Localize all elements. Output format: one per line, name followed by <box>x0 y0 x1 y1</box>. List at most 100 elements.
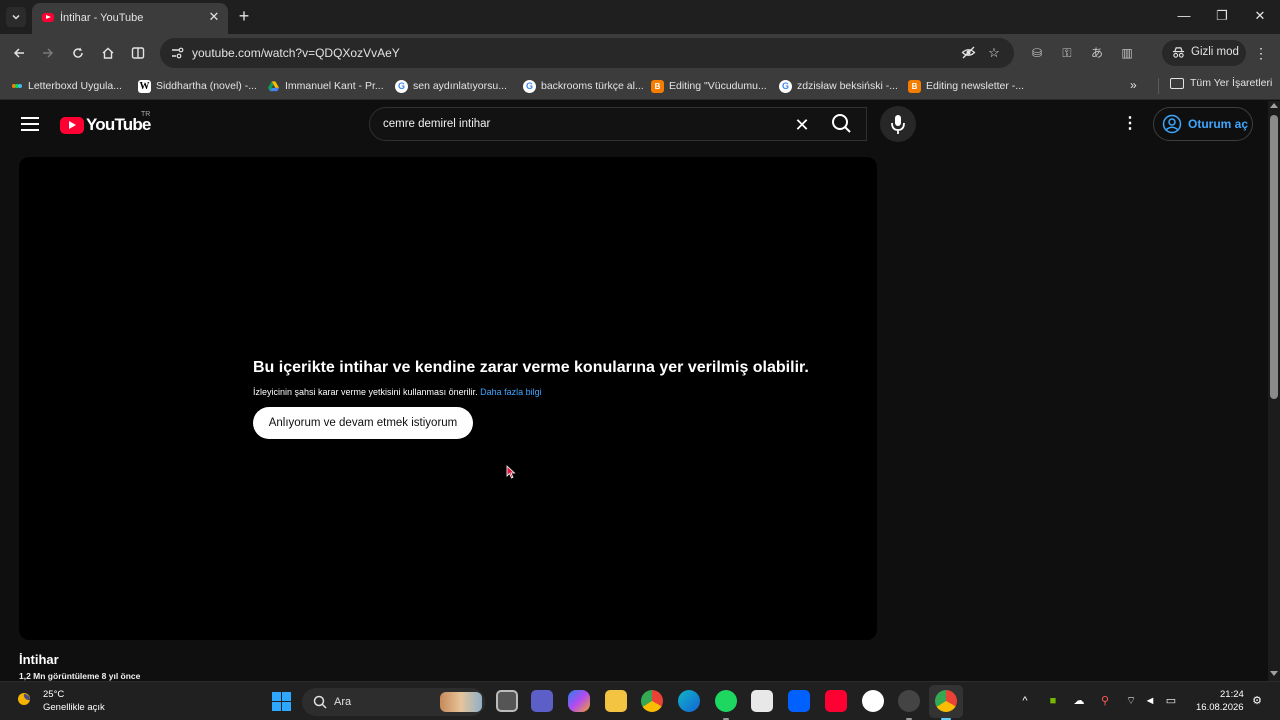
youtube-app-icon[interactable] <box>825 690 847 712</box>
forward-button[interactable] <box>38 43 58 63</box>
notifications-icon[interactable]: ⚙ <box>1250 694 1264 708</box>
bookmark-label: backrooms türkçe al... <box>541 80 644 92</box>
site-info-icon[interactable] <box>170 46 184 60</box>
teams-icon[interactable] <box>531 690 553 712</box>
arrow-right-icon <box>43 48 54 58</box>
mouse-cursor-icon <box>506 465 516 479</box>
clock-date[interactable]: 16.08.2026 <box>1196 702 1244 713</box>
side-panel-button[interactable] <box>128 43 148 63</box>
eye-off-icon[interactable] <box>960 45 976 61</box>
youtube-favicon-icon <box>42 13 54 22</box>
extensions-icon[interactable]: ⛁ <box>1029 45 1045 61</box>
bookmark-label: Immanuel Kant - Pr... <box>285 80 384 92</box>
show-hidden-icons-icon[interactable]: ^ <box>1018 694 1032 708</box>
chrome-icon[interactable] <box>641 690 663 712</box>
continue-button[interactable]: Anlıyorum ve devam etmek istiyorum <box>253 407 473 439</box>
content-warning-title: Bu içerikte intihar ve kendine zarar ver… <box>253 359 809 376</box>
incognito-indicator[interactable]: Gizli mod <box>1162 40 1246 66</box>
bookmark-siddhartha[interactable]: W Siddhartha (novel) -... <box>138 77 257 95</box>
side-panel-icon <box>131 47 145 59</box>
search-input[interactable]: cemre demirel intihar ✕ <box>369 107 867 141</box>
home-button[interactable] <box>98 43 118 63</box>
bookmark-label: zdzisław beksiński -... <box>797 80 898 92</box>
all-bookmarks-button[interactable]: Tüm Yer İşaretleri <box>1170 77 1272 89</box>
home-icon <box>102 47 114 59</box>
learn-more-link[interactable]: Daha fazla bilgi <box>480 387 542 397</box>
bookmark-label: Editing newsletter -... <box>926 80 1025 92</box>
youtube-logo[interactable]: YouTube <box>60 115 151 135</box>
taskbar-search-label: Ara <box>334 696 352 708</box>
drive-icon <box>267 80 280 91</box>
sign-in-button[interactable]: Oturum aç <box>1153 107 1253 141</box>
password-key-icon[interactable]: ⚿ <box>1059 45 1075 61</box>
browser-tab-active[interactable]: İntihar - YouTube ✕ <box>32 3 228 34</box>
scroll-down-icon[interactable] <box>1270 671 1278 676</box>
microphone-tray-icon[interactable]: ⚲ <box>1098 694 1112 708</box>
volume-icon[interactable]: ◄ <box>1143 694 1157 708</box>
reading-mode-icon[interactable]: ▥ <box>1119 45 1135 61</box>
edge-icon[interactable] <box>678 690 700 712</box>
blogger-icon: B <box>908 79 921 93</box>
restore-window-button[interactable]: ❐ <box>1210 6 1234 26</box>
voice-search-button[interactable] <box>880 106 916 142</box>
tab-search-button[interactable] <box>6 7 26 27</box>
spotify-icon[interactable] <box>715 690 737 720</box>
close-window-button[interactable]: ✕ <box>1248 6 1272 26</box>
bookmark-google-1[interactable]: G sen aydınlatıyorsu... <box>395 77 507 95</box>
windows-taskbar: 25°C Genellikle açık Ara ^ ■ ☁ ⚲ ⌔ ◄ ▭ 2… <box>0 681 1280 720</box>
copilot-icon[interactable] <box>568 690 590 712</box>
chatgpt-icon[interactable] <box>862 690 884 712</box>
chrome-active-icon[interactable] <box>935 690 957 720</box>
battery-icon[interactable]: ▭ <box>1164 694 1178 708</box>
bookmark-letterboxd[interactable]: Letterboxd Uygula... <box>10 77 122 95</box>
menu-icon[interactable] <box>21 117 39 131</box>
settings-more-button[interactable]: ⋮ <box>1120 113 1140 135</box>
more-bookmarks-icon[interactable]: » <box>1130 78 1137 92</box>
search-query[interactable]: cemre demirel intihar <box>383 118 490 130</box>
all-bookmarks-label: Tüm Yer İşaretleri <box>1190 77 1273 89</box>
scroll-up-icon[interactable] <box>1270 103 1278 108</box>
reload-button[interactable] <box>68 43 88 63</box>
bookmark-blogger-2[interactable]: B Editing newsletter -... <box>908 77 1024 95</box>
account-circle-icon <box>1162 114 1182 134</box>
nvidia-icon[interactable]: ■ <box>1046 694 1060 708</box>
address-bar[interactable]: youtube.com/watch?v=QDQXozVvAeY ☆ <box>160 38 1014 68</box>
browser-menu-button[interactable]: ⋮ <box>1254 44 1268 62</box>
weather-temperature[interactable]: 25°C <box>43 689 64 700</box>
start-button[interactable] <box>272 692 291 711</box>
onedrive-icon[interactable]: ☁ <box>1072 694 1086 708</box>
translate-icon[interactable]: あ <box>1089 45 1105 61</box>
bookmark-google-3[interactable]: G zdzisław beksiński -... <box>779 77 898 95</box>
weather-icon[interactable] <box>16 690 36 710</box>
google-icon: G <box>523 79 536 93</box>
search-button[interactable] <box>818 107 866 141</box>
bookmark-blogger-1[interactable]: B Editing "Vücudumu... <box>651 77 767 95</box>
clear-search-icon[interactable]: ✕ <box>792 115 812 135</box>
weather-description[interactable]: Genellikle açık <box>43 702 105 713</box>
new-tab-button[interactable]: + <box>234 7 254 27</box>
content-warning-subtitle: İzleyicinin şahsi karar verme yetkisini … <box>253 387 542 397</box>
url-text[interactable]: youtube.com/watch?v=QDQXozVvAeY <box>192 46 400 60</box>
scroll-thumb[interactable] <box>1270 115 1278 399</box>
minimize-window-button[interactable]: — <box>1172 6 1196 26</box>
steam-icon[interactable] <box>898 690 920 720</box>
back-button[interactable] <box>9 43 29 63</box>
bookmark-label: Editing "Vücudumu... <box>669 80 767 92</box>
page-scrollbar[interactable] <box>1268 101 1280 681</box>
file-explorer-icon[interactable] <box>605 690 627 712</box>
bookmark-star-icon[interactable]: ☆ <box>986 45 1002 61</box>
search-icon <box>313 695 327 709</box>
task-view-icon[interactable] <box>496 690 518 712</box>
microsoft-store-icon[interactable] <box>751 690 773 712</box>
taskbar-search[interactable]: Ara <box>302 688 485 716</box>
bookmark-kant[interactable]: Immanuel Kant - Pr... <box>267 77 384 95</box>
dropbox-icon[interactable] <box>788 690 810 712</box>
google-icon: G <box>395 79 408 93</box>
chevron-down-icon <box>12 14 20 20</box>
bookmark-google-2[interactable]: G backrooms türkçe al... <box>523 77 644 95</box>
close-tab-icon[interactable]: ✕ <box>206 9 222 25</box>
blogger-icon: B <box>651 79 664 93</box>
video-player[interactable]: Bu içerikte intihar ve kendine zarar ver… <box>19 157 877 640</box>
clock-time[interactable]: 21:24 <box>1220 689 1244 700</box>
wifi-icon[interactable]: ⌔ <box>1124 694 1138 708</box>
